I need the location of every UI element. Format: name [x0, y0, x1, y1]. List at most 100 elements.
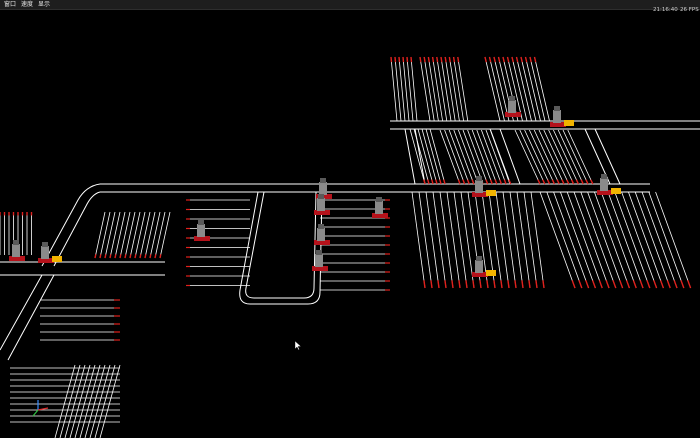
- lane-line: [74, 364, 96, 438]
- lane-line: [646, 280, 651, 289]
- lane-line: [580, 179, 584, 185]
- lane-line: [144, 254, 147, 259]
- lane-line: [486, 280, 489, 289]
- lane-line: [514, 280, 517, 289]
- lane-line: [538, 129, 565, 185]
- lane-line: [94, 364, 116, 438]
- lane-line: [440, 56, 443, 63]
- road-mid-vertical-b: [489, 128, 521, 185]
- road-main-horizontal: [100, 183, 650, 193]
- lane-line: [427, 179, 430, 185]
- lane-line: [139, 254, 142, 259]
- lane-line: [542, 280, 545, 289]
- lane-line: [109, 211, 121, 259]
- lane-line: [639, 280, 644, 289]
- lane-line: [598, 280, 603, 289]
- road-left-vertical: [0, 274, 55, 361]
- lane-line: [99, 364, 121, 438]
- lane-line: [520, 56, 537, 122]
- lane-line: [453, 56, 464, 122]
- lane-line: [444, 280, 447, 289]
- lane-line: [440, 56, 452, 122]
- lane-line: [472, 280, 475, 289]
- lane-line: [659, 280, 665, 289]
- lane-line: [511, 56, 514, 63]
- lane-line: [585, 280, 590, 289]
- lane-line: [444, 56, 447, 63]
- warehouse-3d-viewport[interactable]: [0, 10, 700, 438]
- lane-line: [516, 56, 532, 122]
- lane-line: [503, 179, 507, 185]
- lane-line: [578, 280, 583, 289]
- lane-line: [99, 211, 111, 259]
- lane-line: [452, 56, 456, 63]
- lane-line: [529, 129, 555, 185]
- lane-line: [409, 128, 426, 185]
- robot-icon: [550, 106, 574, 127]
- lane-line: [655, 191, 691, 289]
- lane-line: [466, 179, 470, 185]
- lane-line: [99, 254, 102, 259]
- lane-line: [493, 280, 496, 289]
- lane-line: [437, 280, 440, 289]
- lane-line: [89, 364, 111, 438]
- lane-line: [488, 56, 492, 63]
- lane-line: [149, 254, 152, 259]
- lane-line: [580, 191, 617, 289]
- robot-icon: [472, 176, 496, 197]
- lane-line: [673, 280, 678, 289]
- lane-line: [457, 56, 460, 63]
- lane-line: [525, 56, 541, 122]
- lane-line: [479, 280, 482, 289]
- lane-line: [484, 56, 501, 122]
- lane-line: [443, 179, 446, 185]
- lane-line: [546, 191, 583, 289]
- lane-line: [489, 56, 505, 122]
- lane-line: [500, 280, 503, 289]
- menu-speed[interactable]: 速度: [19, 0, 35, 9]
- robot-icon: [194, 220, 210, 241]
- lane-line: [149, 211, 161, 259]
- mouse-cursor-icon: [295, 341, 301, 350]
- lane-line: [489, 179, 493, 185]
- menu-display[interactable]: 显示: [36, 0, 52, 9]
- lane-line: [423, 280, 426, 289]
- lane-line: [607, 191, 644, 289]
- lane-line: [529, 56, 546, 122]
- lane-line: [557, 129, 584, 185]
- lane-line: [516, 191, 531, 289]
- lane-line: [553, 129, 579, 185]
- lane-line: [423, 56, 435, 122]
- axis-gizmo: [32, 400, 49, 417]
- lane-line: [109, 254, 112, 259]
- lane-line: [621, 191, 657, 289]
- lane-line: [530, 191, 545, 289]
- lane-line: [625, 280, 631, 289]
- lane-line: [537, 179, 541, 185]
- lane-line: [524, 129, 550, 185]
- lane-line: [425, 191, 440, 289]
- lane-line: [612, 280, 617, 289]
- lane-line: [600, 191, 637, 289]
- lane-line: [507, 280, 510, 289]
- lane-line: [634, 191, 671, 289]
- menu-window[interactable]: 窗口: [2, 0, 18, 9]
- lane-line: [453, 191, 468, 289]
- lane-line: [432, 191, 447, 289]
- lane-line: [431, 179, 434, 185]
- lane-line: [533, 56, 537, 63]
- robot-icon: [38, 242, 62, 263]
- lane-line: [556, 179, 560, 185]
- lane-line: [570, 179, 575, 185]
- lane-line: [444, 56, 456, 122]
- lane-line: [594, 191, 630, 289]
- loop-road: [239, 191, 323, 305]
- lane-line: [425, 128, 442, 185]
- lane-line: [509, 191, 524, 289]
- lane-line: [485, 179, 489, 185]
- lane-line: [575, 179, 580, 185]
- lane-line: [605, 280, 610, 289]
- lane-line: [493, 56, 496, 63]
- lane-line: [528, 280, 531, 289]
- lane-line: [587, 191, 623, 289]
